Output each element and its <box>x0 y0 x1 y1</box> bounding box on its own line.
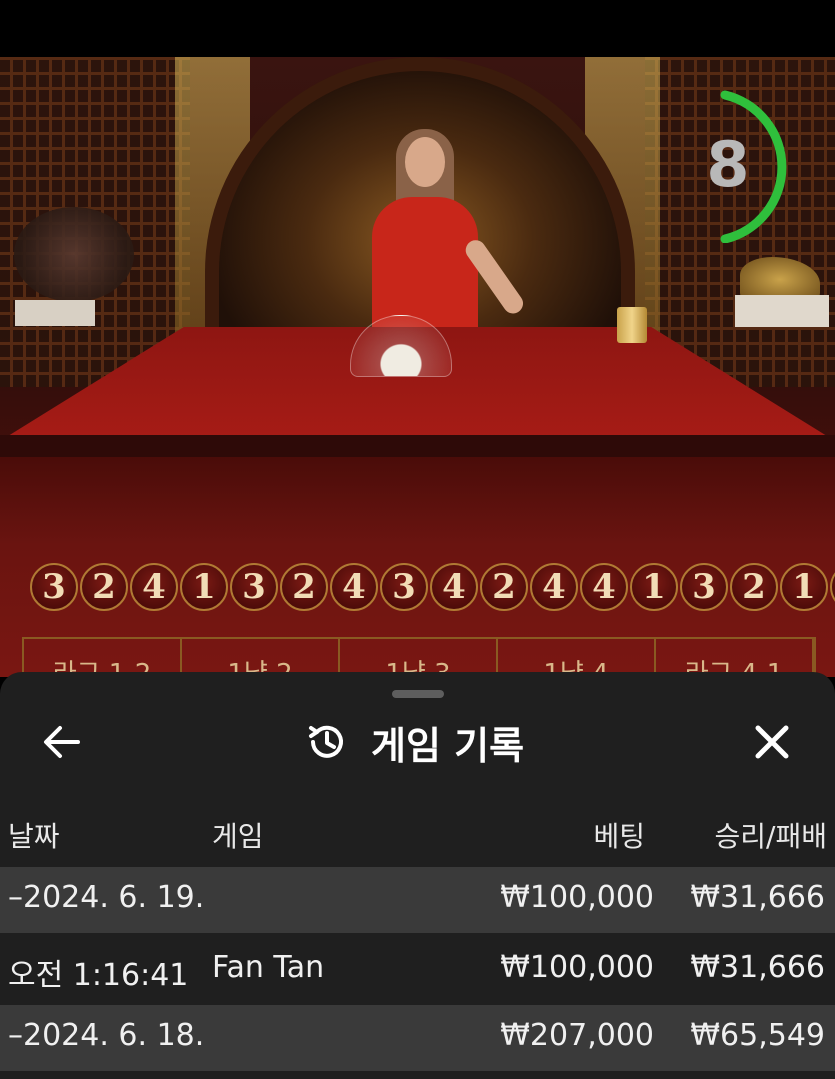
column-header-game[interactable]: 게임 <box>212 815 264 855</box>
row-date: –2024. 6. 19. <box>8 880 205 915</box>
row-date: 오전 1:16:41 <box>8 958 189 993</box>
result-ball: 4 <box>330 563 378 611</box>
sheet-title: 게임 기록 <box>371 723 525 768</box>
table-row[interactable]: –2024. 6. 18. ₩207,000 ₩65,549 <box>0 1005 835 1071</box>
result-ball: 4 <box>580 563 628 611</box>
result-ball: 3 <box>30 563 78 611</box>
close-button[interactable] <box>750 720 794 764</box>
result-ball: 3 <box>380 563 428 611</box>
table-row[interactable]: 오전 1:16:41 Fan Tan ₩100,000 ₩31,666 <box>0 937 835 1003</box>
result-ball: 2 <box>480 563 528 611</box>
result-history-road: 32413243424413214 <box>28 563 835 621</box>
result-ball: 4 <box>430 563 478 611</box>
close-icon <box>755 725 789 759</box>
plant-pot <box>15 300 95 326</box>
result-ball: 4 <box>130 563 178 611</box>
dealer-face <box>405 137 445 187</box>
table-row[interactable]: –2024. 6. 19. ₩100,000 ₩31,666 <box>0 867 835 933</box>
result-ball: 3 <box>230 563 278 611</box>
row-game: Fan Tan <box>212 950 325 985</box>
gold-cup <box>617 307 647 343</box>
result-ball: 3 <box>680 563 728 611</box>
result-ball: 2 <box>80 563 128 611</box>
history-icon <box>309 725 343 758</box>
row-bet: ₩100,000 <box>500 950 654 985</box>
bonsai-plant <box>14 207 134 302</box>
result-ball: 1 <box>780 563 828 611</box>
row-date: –2024. 6. 18. <box>8 1018 205 1053</box>
result-ball: 4 <box>830 563 835 611</box>
result-ball: 2 <box>730 563 778 611</box>
row-win-loss: ₩31,666 <box>690 950 825 985</box>
row-bet: ₩100,000 <box>500 880 654 915</box>
result-ball: 4 <box>530 563 578 611</box>
statue-plinth <box>735 295 829 327</box>
result-ball: 2 <box>280 563 328 611</box>
column-header-bet[interactable]: 베팅 <box>593 815 645 855</box>
status-bar <box>0 0 835 57</box>
row-win-loss: ₩31,666 <box>690 880 825 915</box>
arrow-left-icon <box>44 726 80 758</box>
sheet-header: 게임 기록 <box>305 716 524 768</box>
result-ball: 1 <box>180 563 228 611</box>
round-timer-count: 8 <box>706 128 750 201</box>
row-win-loss: ₩65,549 <box>690 1018 825 1053</box>
row-bet: ₩207,000 <box>500 1018 654 1053</box>
result-ball: 1 <box>630 563 678 611</box>
table-rail <box>0 435 835 459</box>
column-header-date[interactable]: 날짜 <box>8 815 60 855</box>
back-button[interactable] <box>40 722 84 762</box>
sheet-drag-handle[interactable] <box>392 690 444 698</box>
column-header-win-loss[interactable]: 승리/패배 <box>715 815 827 855</box>
